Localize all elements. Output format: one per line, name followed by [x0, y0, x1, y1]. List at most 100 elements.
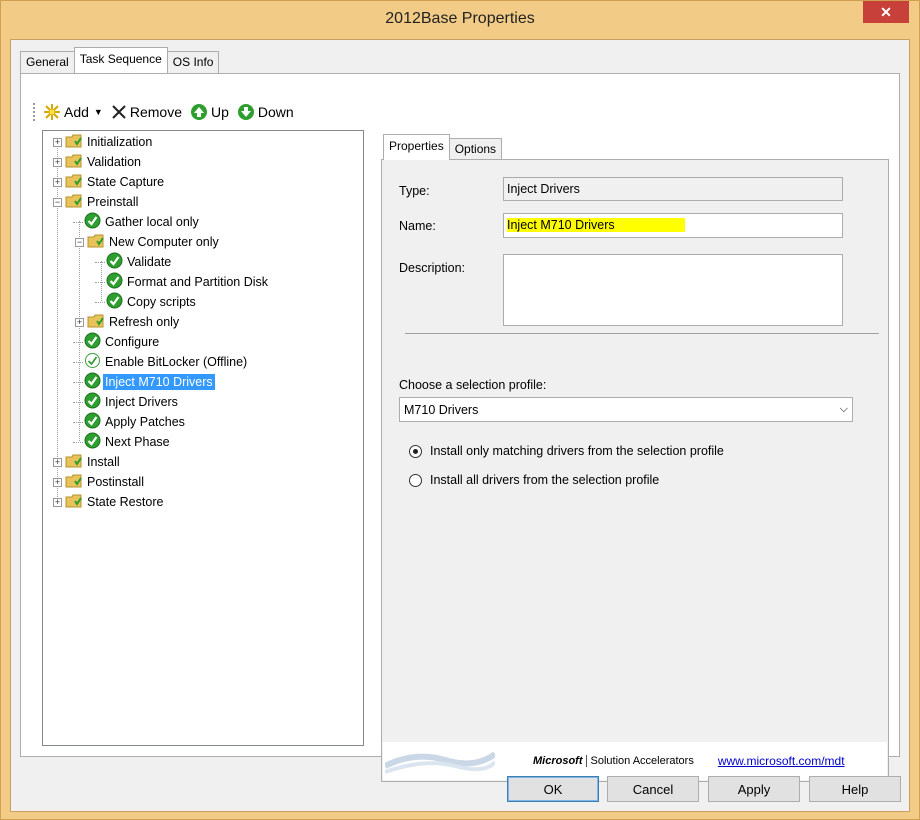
- separator: [405, 333, 879, 334]
- expand-icon[interactable]: +: [53, 137, 62, 147]
- tree-node[interactable]: Next Phase: [73, 432, 172, 452]
- help-button[interactable]: Help: [809, 776, 901, 802]
- expand-icon[interactable]: +: [75, 317, 84, 327]
- expand-icon[interactable]: +: [53, 477, 62, 487]
- tree-node[interactable]: + Validation: [53, 152, 143, 172]
- tree-node-label: Copy scripts: [127, 295, 196, 309]
- tree-node[interactable]: + Refresh only: [75, 312, 181, 332]
- tree-node[interactable]: Enable BitLocker (Offline): [73, 352, 249, 372]
- tab-properties[interactable]: Properties: [383, 134, 450, 160]
- add-button-label: Add: [64, 104, 89, 120]
- apply-button[interactable]: Apply: [708, 776, 800, 802]
- folder-icon: [87, 233, 105, 252]
- tree-node[interactable]: Inject Drivers: [73, 392, 180, 412]
- mdt-link[interactable]: www.microsoft.com/mdt: [718, 754, 845, 768]
- check-icon: [84, 412, 101, 432]
- microsoft-banner: Microsoft Solution Accelerators www.micr…: [383, 742, 887, 780]
- title-bar[interactable]: 2012Base Properties ✕: [1, 1, 919, 39]
- radio-all-indicator: [409, 473, 422, 487]
- folder-icon: [65, 153, 83, 172]
- profile-select[interactable]: M710 Drivers ⌵: [399, 397, 853, 422]
- down-button[interactable]: Down: [237, 103, 294, 121]
- tree-node[interactable]: Gather local only: [73, 212, 201, 232]
- radio-all-drivers[interactable]: Install all drivers from the selection p…: [409, 473, 659, 487]
- tree-connector: [73, 381, 83, 383]
- tree-connector: [95, 281, 105, 283]
- expand-icon[interactable]: +: [53, 457, 62, 467]
- microsoft-logo: Microsoft: [533, 755, 583, 767]
- tree-node-label: State Restore: [87, 495, 164, 509]
- check-icon: [84, 332, 101, 352]
- banner-swoosh-art: [385, 751, 495, 774]
- tab-task-sequence[interactable]: Task Sequence: [73, 47, 168, 73]
- tree-node-label: Preinstall: [87, 195, 139, 209]
- toolbar-grip: [33, 103, 37, 121]
- add-button[interactable]: Add ▼: [43, 103, 103, 121]
- add-star-icon: [44, 104, 60, 120]
- tree-node[interactable]: Configure: [73, 332, 161, 352]
- tree-node[interactable]: + Initialization: [53, 132, 154, 152]
- tree-node[interactable]: Apply Patches: [73, 412, 187, 432]
- description-label: Description:: [399, 261, 465, 275]
- tree-node[interactable]: − New Computer only: [75, 232, 221, 252]
- tree-node-label: State Capture: [87, 175, 165, 189]
- description-textarea[interactable]: [503, 254, 843, 326]
- tree-node[interactable]: Format and Partition Disk: [95, 272, 270, 292]
- expand-icon[interactable]: +: [53, 157, 62, 167]
- dialog-client: General Task Sequence OS Info Add ▼ Remo…: [10, 39, 910, 812]
- tree-node-label: Format and Partition Disk: [127, 275, 269, 289]
- up-button[interactable]: Up: [190, 103, 229, 121]
- up-arrow-icon: [190, 104, 207, 120]
- tab-os-info[interactable]: OS Info: [166, 51, 220, 73]
- down-button-label: Down: [257, 104, 294, 120]
- tree-node[interactable]: − Preinstall: [53, 192, 140, 212]
- check-icon: [106, 252, 123, 272]
- tree-connector: [73, 401, 83, 403]
- tree-node-label: New Computer only: [109, 235, 219, 249]
- tree-connector: [73, 341, 83, 343]
- tab-general[interactable]: General: [20, 51, 75, 73]
- up-button-label: Up: [210, 104, 229, 120]
- tree-node-label: Enable BitLocker (Offline): [105, 355, 248, 369]
- ok-button[interactable]: OK: [507, 776, 599, 802]
- tree-node-label: Refresh only: [109, 315, 180, 329]
- tree-node[interactable]: + State Restore: [53, 492, 165, 512]
- properties-window: 2012Base Properties ✕ General Task Seque…: [0, 0, 920, 820]
- tree-node[interactable]: + Postinstall: [53, 472, 146, 492]
- tree-node-label: Configure: [105, 335, 160, 349]
- profile-label: Choose a selection profile:: [399, 378, 547, 392]
- tree-node-label: Apply Patches: [105, 415, 185, 429]
- collapse-icon[interactable]: −: [75, 237, 84, 247]
- task-sequence-tree[interactable]: + Initialization + Validation + State Capture…: [42, 130, 364, 746]
- collapse-icon[interactable]: −: [53, 197, 62, 207]
- expand-icon[interactable]: +: [53, 497, 62, 507]
- tree-node[interactable]: Validate: [95, 252, 173, 272]
- toolbar: Add ▼ Remove Up Down: [33, 97, 302, 127]
- tree-node[interactable]: + State Capture: [53, 172, 166, 192]
- tree-connector: [73, 441, 83, 443]
- tree-node[interactable]: Copy scripts: [95, 292, 198, 312]
- top-tab-strip: General Task Sequence OS Info: [20, 47, 220, 73]
- tree-node[interactable]: + Install: [53, 452, 122, 472]
- properties-tab-strip: Properties Options: [383, 134, 503, 160]
- solution-accelerators-text: Solution Accelerators: [585, 755, 694, 767]
- cancel-button[interactable]: Cancel: [607, 776, 699, 802]
- check-outline-icon: [84, 352, 101, 372]
- chevron-down-icon: ⌵: [839, 403, 848, 415]
- tree-connector: [73, 361, 83, 363]
- check-icon: [106, 292, 123, 312]
- tree-connector: [95, 301, 105, 303]
- radio-matching-drivers[interactable]: Install only matching drivers from the s…: [409, 444, 724, 458]
- tab-options[interactable]: Options: [448, 138, 503, 160]
- check-icon: [84, 392, 101, 412]
- name-input[interactable]: Inject M710 Drivers: [503, 213, 843, 238]
- folder-icon: [65, 453, 83, 472]
- remove-button[interactable]: Remove: [111, 104, 182, 120]
- close-button[interactable]: ✕: [863, 1, 909, 23]
- expand-icon[interactable]: +: [53, 177, 62, 187]
- down-arrow-icon: [237, 104, 254, 120]
- tree-node-label: Inject Drivers: [105, 395, 178, 409]
- check-icon: [84, 372, 101, 392]
- tree-node-label: Next Phase: [105, 435, 170, 449]
- tree-node[interactable]: Inject M710 Drivers: [73, 372, 215, 392]
